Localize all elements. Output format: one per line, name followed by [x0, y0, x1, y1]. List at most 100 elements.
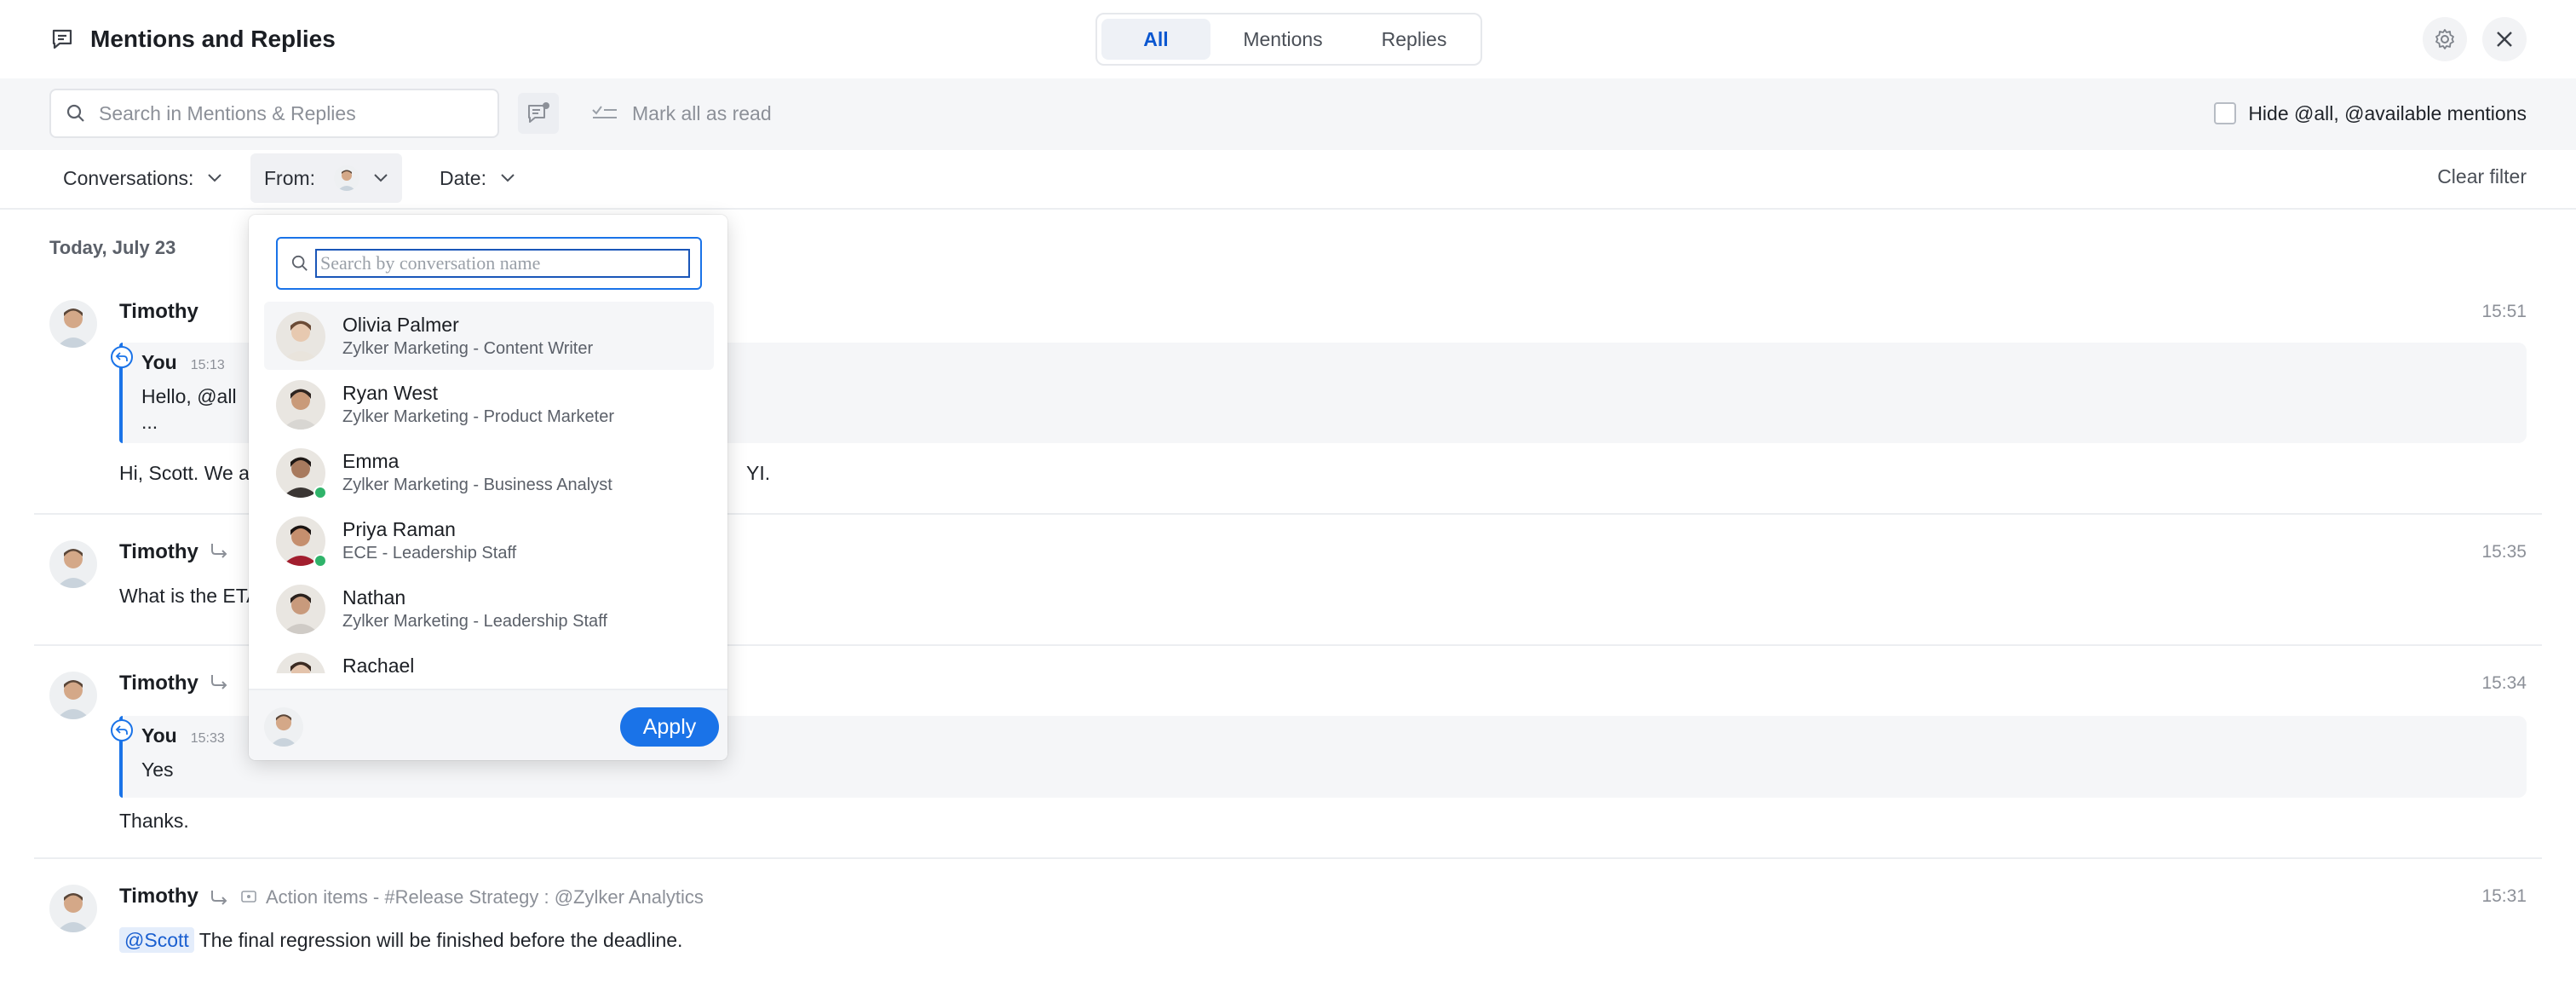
person-name: Olivia Palmer: [342, 314, 459, 336]
date-filter[interactable]: Date:: [426, 153, 529, 203]
online-status-dot: [313, 486, 327, 499]
person-name: Emma: [342, 450, 400, 472]
clear-filter-link[interactable]: Clear filter: [2437, 165, 2527, 188]
person-option[interactable]: Olivia Palmer Zylker Marketing - Content …: [264, 302, 714, 370]
mark-all-read-label: Mark all as read: [632, 101, 772, 124]
person-option[interactable]: Emma Zylker Marketing - Business Analyst: [264, 438, 714, 506]
quote-time: 15:13: [190, 358, 225, 372]
quote-sender: You 15:13: [141, 351, 225, 373]
sender-name[interactable]: Timothy: [119, 885, 198, 908]
title-wrap: Mentions and Replies: [49, 20, 336, 58]
toolbar: Mark all as read Hide @all, @available m…: [0, 78, 2576, 150]
check-list-icon: [592, 106, 617, 118]
unread-filter-button[interactable]: [518, 93, 559, 134]
reply-icon: [111, 719, 133, 741]
message-time: 15:35: [2481, 542, 2527, 562]
chevron-down-icon: [501, 174, 515, 182]
person-name: Priya Raman: [342, 518, 456, 540]
chevron-down-icon: [208, 174, 222, 182]
person-option[interactable]: Priya Raman ECE - Leadership Staff: [264, 506, 714, 574]
people-list: Olivia Palmer Zylker Marketing - Content …: [264, 302, 714, 673]
search-icon: [291, 255, 308, 271]
message-time: 15:51: [2481, 302, 2527, 321]
thread-breadcrumb[interactable]: [210, 673, 228, 690]
sender-name[interactable]: Timothy: [119, 300, 198, 324]
hide-mentions-label: Hide @all, @available mentions: [2248, 101, 2527, 124]
from-filter[interactable]: From:: [250, 153, 403, 203]
message-body: What is the ETA: [119, 585, 260, 607]
apply-button[interactable]: Apply: [620, 707, 719, 747]
selected-user-avatar: [334, 165, 360, 191]
message-body: Thanks.: [119, 810, 189, 832]
conversation-search-input[interactable]: [315, 249, 690, 278]
reply-arrow-icon: [211, 544, 227, 558]
message-item[interactable]: Timothy Action items - #Release Strategy…: [34, 859, 2542, 992]
gear-icon: [2435, 29, 2454, 49]
message-body-text: The final regression will be finished be…: [193, 929, 683, 951]
hide-mentions-checkbox[interactable]: [2214, 102, 2237, 124]
mark-all-read-button[interactable]: Mark all as read: [591, 93, 772, 134]
chat-unread-icon: [528, 102, 549, 123]
from-filter-label: From:: [264, 166, 316, 189]
message-body: Hi, Scott. We are: [119, 462, 267, 484]
person-description: Zylker Marketing - Product Marketer: [342, 407, 614, 426]
date-filter-label: Date:: [440, 166, 486, 189]
close-icon: [2497, 32, 2512, 47]
person-name: Ryan West: [342, 382, 439, 404]
close-button[interactable]: [2482, 17, 2527, 61]
person-avatar: [276, 312, 325, 361]
dropdown-footer: Apply: [249, 689, 727, 760]
reply-arrow-icon: [211, 675, 227, 689]
reply-arrow-icon: [211, 891, 227, 905]
message-body: @Scott The final regression will be fini…: [119, 927, 683, 953]
message-time: 15:31: [2481, 886, 2527, 906]
person-description: Zylker Marketing - Leadership Staff: [342, 612, 607, 631]
mention-chip[interactable]: @Scott: [119, 927, 194, 953]
search-icon: [66, 104, 84, 122]
person-description: ECE - Leadership Staff: [342, 544, 517, 562]
search-box: [49, 89, 499, 138]
settings-button[interactable]: [2423, 17, 2467, 61]
reply-icon: [111, 346, 133, 368]
tab-mentions[interactable]: Mentions: [1210, 19, 1355, 60]
thread-breadcrumb[interactable]: [210, 542, 228, 559]
search-input[interactable]: [99, 101, 474, 125]
quote-ellipsis: ...: [141, 411, 158, 433]
channel-icon: [241, 891, 256, 903]
quote-text: Yes: [141, 758, 174, 781]
from-filter-dropdown: Olivia Palmer Zylker Marketing - Content …: [249, 215, 727, 760]
conversation-search-box: [276, 237, 702, 290]
person-description: Zylker Marketing - Content Writer: [342, 339, 594, 358]
tab-all[interactable]: All: [1101, 19, 1210, 60]
avatar: [49, 672, 97, 719]
person-avatar: [276, 380, 325, 430]
message-body-end: YI.: [746, 462, 771, 484]
breadcrumb-text: Action items - #Release Strategy : @Zylk…: [266, 886, 704, 908]
hide-mentions-toggle[interactable]: Hide @all, @available mentions: [2214, 93, 2527, 134]
person-description: Zylker Marketing - Business Analyst: [342, 476, 612, 494]
avatar: [49, 300, 97, 348]
person-avatar: [276, 653, 325, 673]
avatar: [49, 885, 97, 932]
chevron-down-icon: [374, 174, 388, 182]
selected-user-avatar[interactable]: [264, 707, 303, 747]
page-title: Mentions and Replies: [90, 26, 336, 52]
filter-tabs: All Mentions Replies: [1095, 13, 1482, 66]
sender-name[interactable]: Timothy: [119, 540, 198, 564]
person-name: Nathan: [342, 586, 406, 608]
person-option[interactable]: Ryan West Zylker Marketing - Product Mark…: [264, 370, 714, 438]
chat-bubble-icon: [52, 29, 72, 49]
quote-text: Hello, @all: [141, 385, 237, 407]
conversations-filter[interactable]: Conversations:: [49, 153, 236, 203]
online-status-dot: [313, 554, 327, 568]
person-option[interactable]: Nathan Zylker Marketing - Leadership Staf…: [264, 574, 714, 643]
sender-name[interactable]: Timothy: [119, 672, 198, 695]
filter-bar: Conversations: From: Date: Clear filter: [0, 150, 2576, 210]
conversations-filter-label: Conversations:: [63, 166, 194, 189]
thread-breadcrumb[interactable]: Action items - #Release Strategy : @Zylk…: [210, 886, 704, 908]
quote-sender: You 15:33: [141, 724, 225, 747]
tab-replies[interactable]: Replies: [1355, 19, 1473, 60]
person-name: Rachael: [342, 655, 415, 673]
quote-time: 15:33: [190, 731, 225, 746]
person-option[interactable]: Rachael: [264, 643, 714, 673]
